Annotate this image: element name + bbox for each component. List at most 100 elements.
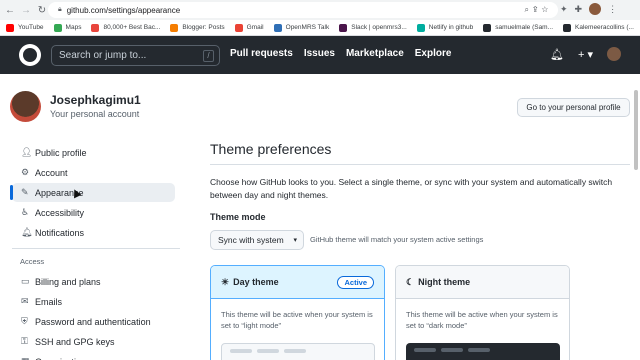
- sidebar-item-label: Emails: [35, 296, 63, 307]
- day-theme-body: This theme will be active when your syst…: [221, 310, 373, 330]
- sidebar-item-public-profile[interactable]: 👤︎ Public profile: [12, 143, 175, 162]
- address-bar[interactable]: 🔒︎ github.com/settings/appearance ⌕⇪☆: [48, 2, 558, 18]
- bookmark-item[interactable]: OpenMRS Talk: [273, 23, 330, 32]
- bookmarks-bar: YouTube Maps 80,000+ Best Bac... Blogger: P…: [0, 20, 640, 36]
- profile-avatar[interactable]: [589, 3, 602, 15]
- profile-subtitle: Your personal account: [50, 109, 140, 119]
- day-theme-header: ☀ Day theme Active: [211, 266, 384, 299]
- user-avatar[interactable]: [607, 47, 621, 61]
- title-divider: [210, 164, 630, 165]
- night-theme-title: Night theme: [418, 277, 471, 287]
- bookmark-favicon-icon: [53, 23, 62, 32]
- bookmark-item[interactable]: Blogger: Posts: [170, 23, 225, 32]
- bookmark-item[interactable]: Slack | openmrs3...: [339, 23, 407, 32]
- menu-icon[interactable]: ⋮: [608, 4, 617, 15]
- nav-pull-requests[interactable]: Pull requests: [230, 48, 293, 59]
- sidebar-item-account[interactable]: ⚙ Account: [12, 163, 175, 182]
- credit-card-icon: ▭: [21, 276, 30, 286]
- bookmark-label: Maps: [65, 24, 82, 31]
- page-description: Choose how GitHub looks to you. Select a…: [210, 177, 613, 200]
- bookmark-item[interactable]: 80,000+ Best Bac...: [91, 23, 161, 32]
- dark-theme-preview[interactable]: [406, 343, 560, 360]
- extensions-icon[interactable]: ✦: [560, 4, 568, 15]
- chevron-down-icon: ▾: [293, 237, 297, 244]
- bookmark-favicon-icon: [234, 23, 243, 32]
- sidebar-divider: [12, 248, 180, 249]
- back-arrow-icon[interactable]: ←: [4, 5, 16, 16]
- browser-actions: ✦ ✚ ⋮: [560, 3, 617, 15]
- sidebar-item-label: Accessibility: [35, 207, 85, 218]
- bookmark-label: samuelmale (Sam...: [495, 24, 554, 31]
- organization-icon: ▦: [21, 356, 35, 360]
- bookmark-item[interactable]: Gmail: [234, 23, 264, 32]
- profile-username: Josephkagimu1: [50, 93, 141, 107]
- url-path: /settings/appearance: [105, 5, 181, 15]
- nav-issues[interactable]: Issues: [304, 48, 335, 59]
- bookmark-favicon-icon: [91, 23, 100, 32]
- sidebar-item-label: SSH and GPG keys: [35, 336, 115, 347]
- person-icon: 👤︎: [21, 147, 33, 157]
- sun-icon: ☀: [221, 276, 230, 287]
- go-to-profile-button[interactable]: Go to your personal profile: [517, 98, 630, 117]
- page-title: Theme preferences: [210, 141, 332, 157]
- sidebar-item-label: Password and authentication: [35, 316, 151, 327]
- bookmark-favicon-icon: [170, 23, 179, 32]
- theme-mode-label: Theme mode: [210, 212, 266, 222]
- puzzle-icon[interactable]: ✚: [575, 4, 583, 15]
- bookmark-item[interactable]: Netlify in github: [416, 23, 474, 32]
- forward-arrow-icon[interactable]: →: [20, 5, 32, 16]
- light-theme-preview[interactable]: [221, 343, 375, 360]
- url-host: github.com: [66, 5, 106, 15]
- sidebar-item-organizations[interactable]: ▦Organizations: [12, 352, 175, 360]
- search-input[interactable]: Search or jump to... /: [51, 45, 220, 66]
- active-badge: Active: [337, 276, 374, 289]
- sidebar-item-notifications[interactable]: 🔔︎ Notifications: [12, 223, 175, 242]
- bookmark-item[interactable]: Kalemeeracollins (...: [563, 23, 634, 32]
- bookmark-label: Blogger: Posts: [182, 24, 225, 31]
- night-theme-body: This theme will be active when your syst…: [406, 310, 558, 330]
- mail-icon: ✉: [21, 296, 29, 306]
- sidebar-item-billing-and-plans[interactable]: ▭ Billing and plans: [12, 272, 175, 291]
- key-icon: ⚿: [21, 336, 28, 346]
- sidebar-item-emails[interactable]: ✉ Emails: [12, 292, 175, 311]
- github-header: Search or jump to... / Pull requests Iss…: [0, 36, 640, 74]
- bookmark-label: 80,000+ Best Bac...: [103, 24, 161, 31]
- header-nav: Pull requests Issues Marketplace Explore: [230, 48, 451, 59]
- bookmark-label: Gmail: [246, 24, 264, 31]
- nav-explore[interactable]: Explore: [415, 48, 452, 59]
- sidebar-item-label: Notifications: [35, 227, 85, 238]
- github-logo-icon[interactable]: [19, 44, 41, 66]
- day-theme-card[interactable]: ☀ Day theme Active This theme will be ac…: [210, 265, 385, 360]
- create-new-button[interactable]: + ▾: [578, 48, 593, 61]
- theme-mode-value: Sync with system: [218, 235, 284, 245]
- theme-mode-select[interactable]: Sync with system ▾: [210, 230, 304, 250]
- omnibox-actions[interactable]: ⌕⇪☆: [524, 5, 552, 15]
- night-theme-header: ☾ Night theme: [396, 266, 569, 299]
- night-theme-card[interactable]: ☾ Night theme This theme will be active …: [395, 265, 570, 360]
- profile-avatar-large: [10, 91, 41, 122]
- bookmark-item[interactable]: samuelmale (Sam...: [483, 23, 554, 32]
- bell-icon[interactable]: 🔔︎: [550, 48, 564, 61]
- reload-icon[interactable]: ↻: [36, 5, 48, 16]
- bookmark-favicon-icon: [483, 23, 492, 32]
- browser-toolbar: ← → ↻ 🔒︎ github.com/settings/appearance …: [0, 0, 640, 20]
- bookmark-label: Kalemeeracollins (...: [575, 24, 634, 31]
- bookmark-favicon-icon: [563, 23, 572, 32]
- sidebar-item-password-and-authentication[interactable]: ⛨ Password and authentication: [12, 312, 175, 331]
- sidebar-item-accessibility[interactable]: ♿︎ Accessibility: [12, 203, 175, 222]
- bookmark-item[interactable]: YouTube: [6, 23, 44, 32]
- bookmark-label: OpenMRS Talk: [285, 24, 330, 31]
- lock-icon: 🔒︎: [58, 6, 62, 13]
- sidebar-item-ssh-and-gpg-keys[interactable]: ⚿ SSH and GPG keys: [12, 332, 175, 351]
- bookmark-favicon-icon: [6, 23, 14, 32]
- bookmark-label: YouTube: [18, 24, 44, 31]
- nav-marketplace[interactable]: Marketplace: [346, 48, 404, 59]
- bookmark-item[interactable]: Maps: [53, 23, 82, 32]
- page-scrollbar[interactable]: [634, 90, 638, 170]
- bell-icon: 🔔︎: [21, 227, 33, 237]
- bookmark-label: Netlify in github: [428, 24, 474, 31]
- accessibility-icon: ♿︎: [21, 207, 30, 217]
- sidebar-item-appearance[interactable]: ✎ Appearance: [10, 183, 175, 202]
- paintbrush-icon: ✎: [21, 187, 29, 197]
- day-theme-title: Day theme: [233, 277, 279, 287]
